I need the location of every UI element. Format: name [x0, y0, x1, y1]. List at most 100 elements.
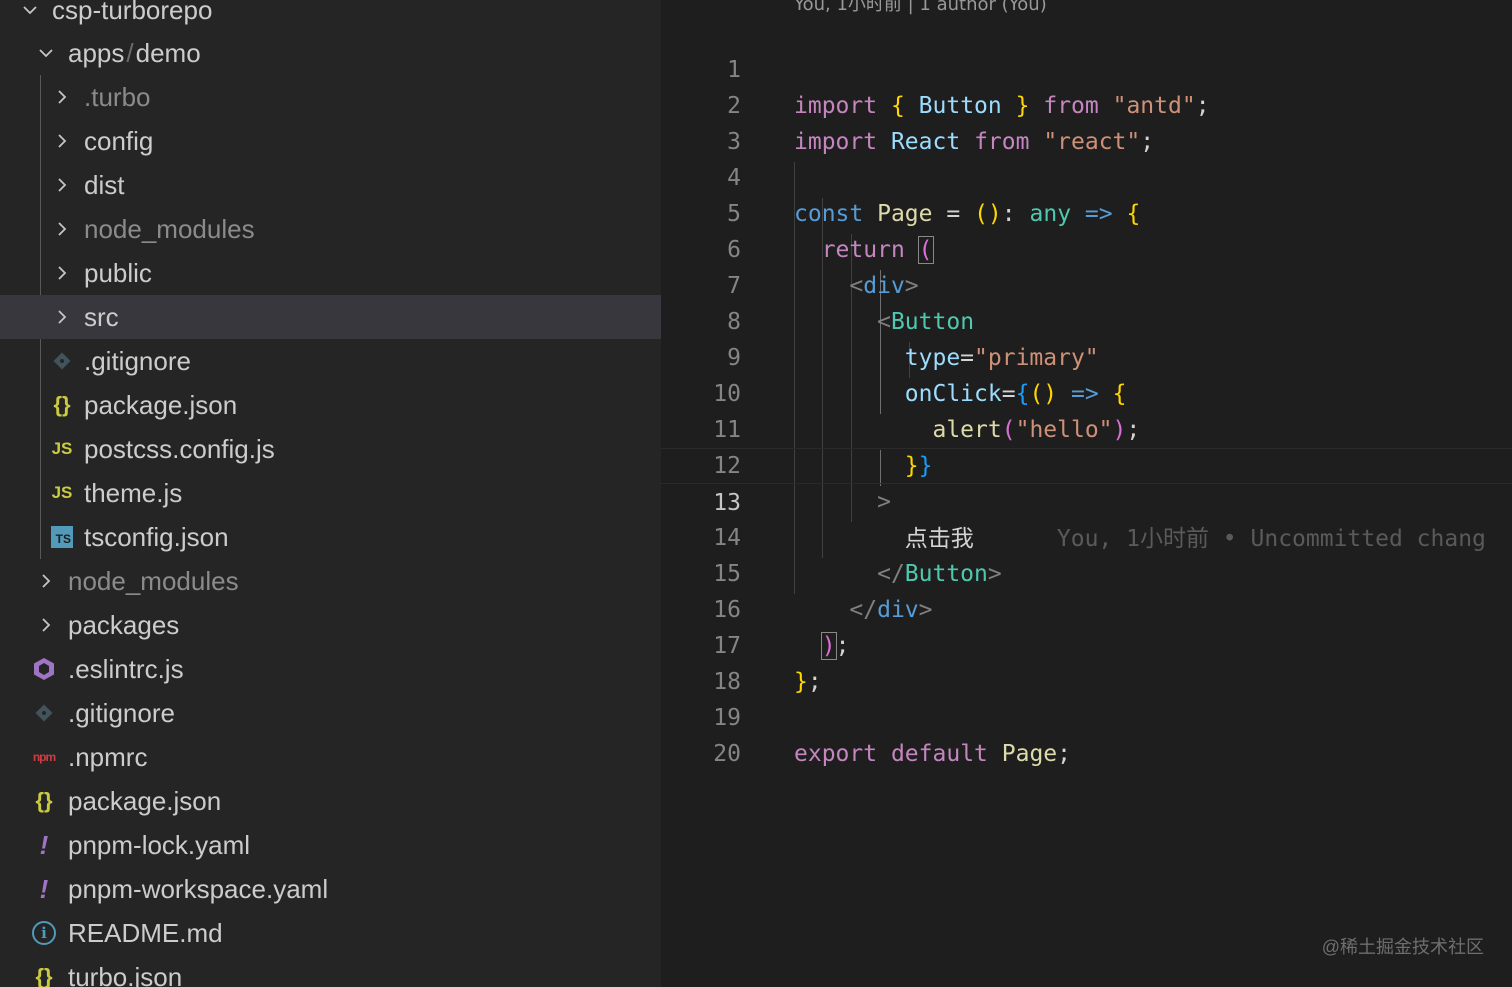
code-line[interactable]: 3 [661, 88, 1512, 155]
code-line[interactable]: 5 return ( [661, 160, 1512, 264]
tree-label: public [84, 257, 152, 288]
tree-folder-turbo[interactable]: .turbo [0, 75, 661, 119]
tree-file-theme-js[interactable]: JS theme.js [0, 471, 661, 515]
tree-label: packages [68, 609, 180, 640]
code-line[interactable]: 2 import React from "react"; [661, 52, 1512, 155]
keyword-token: default [890, 741, 988, 767]
tree-label: .eslintrc.js [68, 653, 184, 684]
javascript-icon: JS [51, 483, 73, 502]
code-line[interactable]: 11 }} [661, 376, 1512, 479]
info-icon-glyph: i [32, 921, 56, 945]
code-line[interactable]: 1 import { Button } from "antd"; [661, 16, 1512, 119]
chevron-right-icon [46, 87, 78, 107]
tree-file-readme[interactable]: i README.md [0, 911, 661, 955]
tree-file-gitignore[interactable]: .gitignore [0, 691, 661, 735]
code-line[interactable]: 7 <Button [661, 232, 1512, 335]
tree-label: apps/demo [62, 38, 201, 69]
tree-file-gitignore[interactable]: .gitignore [0, 339, 661, 383]
tree-file-package-json[interactable]: {} package.json [0, 779, 661, 823]
tree-label: pnpm-lock.yaml [68, 829, 251, 860]
code-line[interactable]: 14 </Button> [661, 484, 1512, 587]
tree-folder-node-modules[interactable]: node_modules [0, 559, 661, 603]
tree-file-turbo-json[interactable]: {} turbo.json [0, 955, 661, 987]
json-icon: {} [53, 392, 71, 417]
tree-root-csp-turborepo[interactable]: csp-turborepo [0, 0, 661, 32]
json-icon: {} [35, 964, 53, 987]
chevron-down-icon [14, 0, 46, 20]
code-line-current[interactable]: 13 点击我 You, 1小时前 • Uncommitted chang [661, 448, 1512, 552]
tree-label: .turbo [84, 81, 151, 112]
code-line[interactable]: 18 [661, 628, 1512, 695]
tree-file-postcss-config[interactable]: JS postcss.config.js [0, 427, 661, 471]
tree-folder-node-modules[interactable]: node_modules [0, 207, 661, 251]
chevron-right-icon [30, 615, 62, 635]
yaml-icon: ! [39, 873, 49, 904]
typescript-icon: TS [46, 526, 78, 548]
code-editor[interactable]: You, 1小时前 | 1 author (You) 1 import { Bu… [661, 0, 1512, 987]
code-line[interactable]: 19 export default Page; [661, 664, 1512, 767]
tree-folder-packages[interactable]: packages [0, 603, 661, 647]
watermark: @稀土掘金技术社区 [1321, 937, 1484, 957]
tree-label: csp-turborepo [52, 0, 213, 25]
line-number: 20 [713, 741, 741, 767]
tree-file-pnpm-workspace[interactable]: ! pnpm-workspace.yaml [0, 867, 661, 911]
tree-label: node_modules [84, 213, 255, 244]
npm-icon: npm [32, 750, 56, 764]
code-line[interactable]: 16 ); [661, 556, 1512, 660]
code-line[interactable]: 20 [661, 700, 1512, 767]
tree-label: .npmrc [68, 741, 148, 772]
codelens-blame[interactable]: You, 1小时前 | 1 author (You) [794, 0, 1047, 16]
info-icon: i [28, 921, 60, 945]
code-line[interactable]: 15 </div> [661, 520, 1512, 623]
tree-label: theme.js [84, 477, 183, 508]
tree-label: turbo.json [68, 961, 183, 987]
tree-folder-public[interactable]: public [0, 251, 661, 295]
tree-file-npmrc[interactable]: npm .npmrc [0, 735, 661, 779]
tree-folder-apps-demo[interactable]: apps/demo [0, 31, 661, 75]
tree-file-eslintrc[interactable]: .eslintrc.js [0, 647, 661, 691]
tree-label: pnpm-workspace.yaml [68, 873, 329, 904]
code-line[interactable]: 6 <div> [661, 196, 1512, 299]
code-line[interactable]: 9 onClick={() => { [661, 304, 1512, 407]
tree-label: package.json [84, 389, 238, 420]
tree-label: .gitignore [68, 697, 175, 728]
code-line[interactable]: 4 const Page = (): any => { [661, 124, 1512, 227]
code-line[interactable]: 10 alert("hello"); [661, 340, 1512, 443]
explorer-sidebar: csp-turborepo apps/demo .turbo config di… [0, 0, 661, 987]
chevron-right-icon [46, 131, 78, 151]
yaml-icon: ! [39, 829, 49, 860]
tree-file-package-json[interactable]: {} package.json [0, 383, 661, 427]
tree-label: README.md [68, 917, 223, 948]
javascript-icon: JS [51, 439, 73, 458]
chevron-right-icon [46, 175, 78, 195]
typescript-icon-glyph: TS [51, 526, 73, 548]
tree-label: src [84, 301, 119, 332]
tree-folder-config[interactable]: config [0, 119, 661, 163]
tree-file-pnpm-lock[interactable]: ! pnpm-lock.yaml [0, 823, 661, 867]
code-text: export default Page; [794, 736, 1071, 772]
path-separator: / [126, 37, 134, 68]
keyword-token: export [794, 741, 878, 767]
identifier-token: Page [1001, 741, 1058, 767]
tree-folder-src[interactable]: src [0, 295, 661, 339]
tree-file-tsconfig[interactable]: TS tsconfig.json [0, 515, 661, 559]
code-line[interactable]: 12 > [661, 412, 1512, 515]
tree-folder-dist[interactable]: dist [0, 163, 661, 207]
chevron-right-icon [46, 219, 78, 239]
tree-label: dist [84, 169, 125, 200]
chevron-right-icon [46, 263, 78, 283]
chevron-right-icon [46, 307, 78, 327]
json-icon: {} [35, 788, 53, 813]
code-line[interactable]: 17 }; [661, 592, 1512, 695]
tree-label: node_modules [68, 565, 239, 596]
chevron-down-icon [30, 43, 62, 63]
tree-label-part: demo [135, 37, 201, 68]
tree-label: postcss.config.js [84, 433, 275, 464]
punctuation-token: ; [1057, 741, 1071, 767]
chevron-right-icon [30, 571, 62, 591]
code-line[interactable]: 8 type="primary" [661, 268, 1512, 371]
tree-label: package.json [68, 785, 222, 816]
tree-label-part: apps [68, 37, 125, 68]
git-icon [28, 702, 60, 724]
tree-label: .gitignore [84, 345, 191, 376]
